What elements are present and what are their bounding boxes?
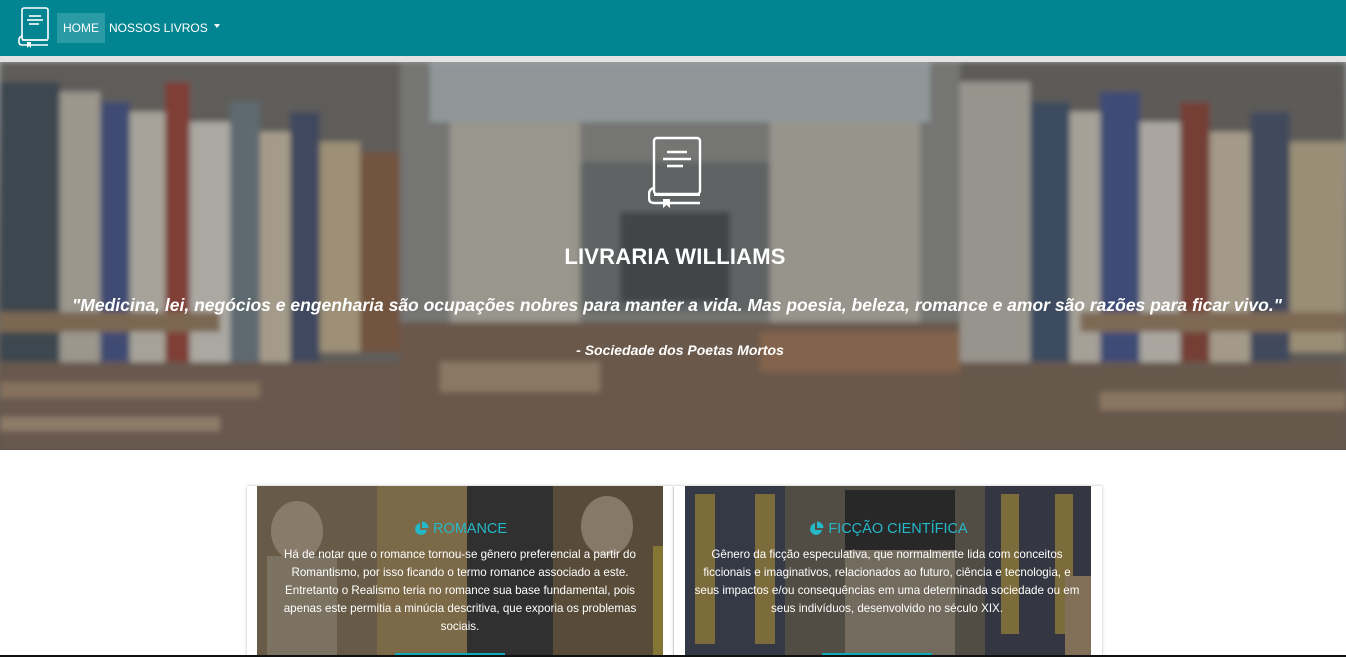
genre-card-romance: ROMANCE Há de notar que o romance tornou… xyxy=(247,486,673,657)
book-icon xyxy=(648,136,702,208)
nav-books-label: NOSSOS LIVROS xyxy=(109,21,208,35)
nav-home-link[interactable]: HOME xyxy=(57,13,105,43)
genre-card-scifi: FICÇÃO CIENTÍFICA Gênero da ficção espec… xyxy=(674,486,1102,657)
nav-books-dropdown[interactable]: NOSSOS LIVROS xyxy=(109,13,220,43)
card-description: Há de notar que o romance tornou-se gêne… xyxy=(283,548,637,633)
card-title-label: FICÇÃO CIENTÍFICA xyxy=(828,521,968,537)
card-title-label: ROMANCE xyxy=(432,521,508,537)
chevron-down-icon xyxy=(213,24,220,28)
card-title[interactable]: FICÇÃO CIENTÍFICA xyxy=(674,521,1102,537)
hero-banner: LIVRARIA WILLIAMS "Medicina, lei, negóci… xyxy=(0,62,1346,450)
hero-title: LIVRARIA WILLIAMS xyxy=(564,244,786,269)
card-title[interactable]: ROMANCE xyxy=(247,521,673,537)
pie-chart-icon xyxy=(415,521,429,535)
top-navbar: HOME NOSSOS LIVROS xyxy=(0,0,1346,56)
hero-quote: "Medicina, lei, negócios e engenharia sã… xyxy=(72,295,1282,315)
pie-chart-icon xyxy=(810,521,824,535)
card-description: Gênero da ficção especulativa, que norma… xyxy=(694,548,1080,615)
hero-quote-author: - Sociedade dos Poetas Mortos xyxy=(576,342,784,358)
book-icon[interactable] xyxy=(18,6,50,48)
